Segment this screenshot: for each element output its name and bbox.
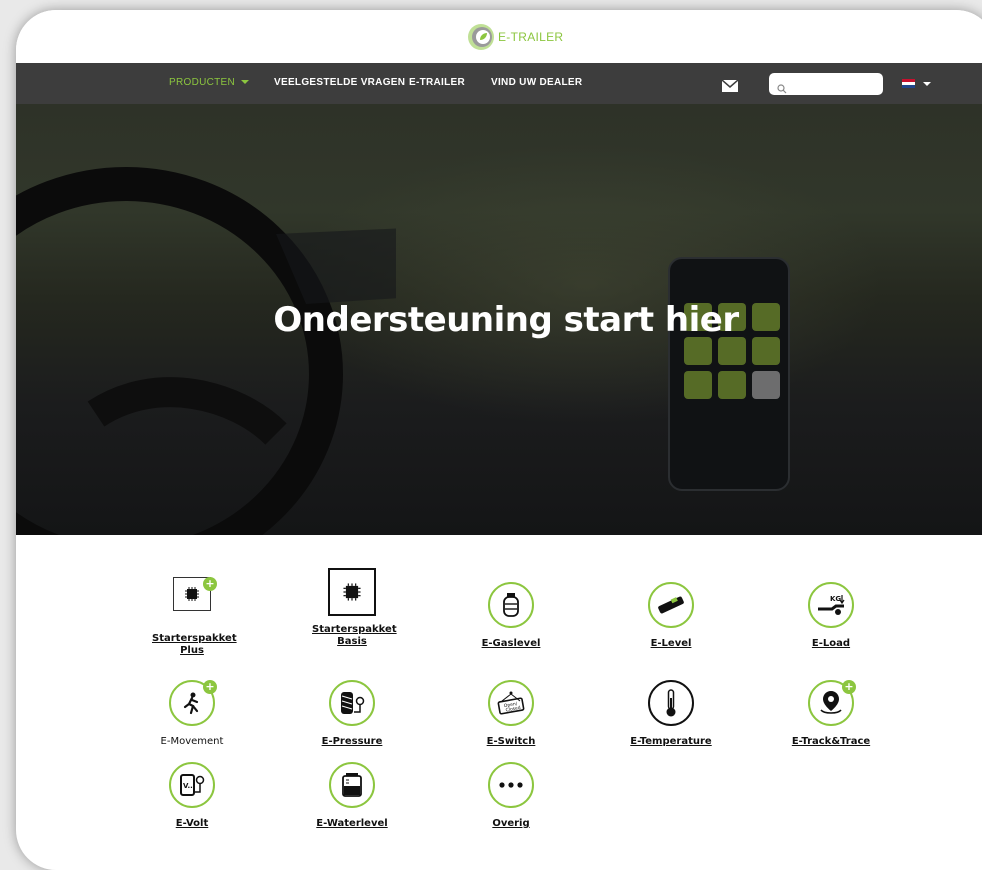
load-kg-icon: KG [808,582,854,628]
plus-badge-icon: + [203,680,217,694]
product-label: E-Load [811,638,851,649]
hero-title: Ondersteuning start hier [273,300,739,340]
product-label: E-Gaslevel [481,638,541,649]
spirit-level-icon [648,582,694,628]
nav-item-producten[interactable]: PRODUCTEN [169,77,250,88]
netherlands-flag-icon [902,79,915,88]
product-label: Starterspakket Basis [312,624,397,647]
gas-bottle-icon [488,582,534,628]
product-label: Overig [492,818,530,829]
product-label: E-Movement [160,736,224,747]
nav-item-faq[interactable]: VEELGESTELDE VRAGEN [274,77,405,88]
chip-icon [328,568,376,616]
product-label: E-Waterlevel [316,818,388,829]
tire-pressure-icon [329,680,375,726]
nav-item-e-trailer[interactable]: E-TRAILER [409,77,465,88]
product-e-pressure[interactable]: E-Pressure [287,678,417,748]
chevron-down-icon [241,80,250,85]
water-tank-icon [329,762,375,808]
product-e-gaslevel[interactable]: E-Gaslevel [446,580,576,650]
product-e-temperature[interactable]: E-Temperature [606,678,736,748]
search-icon [777,79,787,94]
product-e-movement[interactable]: + E-Movement [127,678,257,748]
product-e-waterlevel[interactable]: E-Waterlevel [287,760,417,830]
nav-item-dealer[interactable]: VIND UW DEALER [491,77,582,88]
chevron-down-icon [923,81,931,86]
nav-item-label: PRODUCTEN [169,77,236,88]
logo-text: E-TRAILER [498,30,564,44]
open-closed-sign-icon: Open/Closed [488,680,534,726]
plus-badge-icon: + [842,680,856,694]
product-label: E-Pressure [321,736,383,747]
product-label: E-Level [650,638,692,649]
product-label: E-Temperature [630,736,712,747]
product-e-load[interactable]: KG E-Load [766,580,896,650]
product-starterspakket-basis[interactable]: Starterspakket Basis [287,568,417,648]
hero-banner: Ondersteuning start hier [16,104,982,535]
product-label: Starterspakket Plus [152,633,237,656]
logo-mark-icon [466,22,496,52]
site-logo[interactable]: E-TRAILER [466,22,563,52]
product-e-volt[interactable]: V.. E-Volt [127,760,257,830]
product-label: E-Volt [175,818,209,829]
browser-frame: E-TRAILER PRODUCTEN VEELGESTELDE VRAGEN … [16,10,982,870]
more-dots-icon [488,762,534,808]
header: E-TRAILER [16,10,982,63]
thermometer-icon [648,680,694,726]
product-overig[interactable]: Overig [446,760,576,830]
product-label: E-Switch [486,736,536,747]
language-selector[interactable] [902,79,931,88]
battery-volt-icon: V.. [169,762,215,808]
svg-text:V..: V.. [183,782,193,790]
product-starterspakket-plus[interactable]: + Starterspakket Plus [127,571,257,657]
plus-badge-icon: + [203,577,217,591]
main-navigation: PRODUCTEN VEELGESTELDE VRAGEN E-TRAILER … [16,63,982,104]
product-e-track-trace[interactable]: + E-Track&Trace [766,678,896,748]
svg-text:KG: KG [830,595,841,603]
product-e-switch[interactable]: Open/Closed E-Switch [446,678,576,748]
product-label: E-Track&Trace [791,736,871,747]
envelope-icon[interactable] [721,77,739,92]
product-e-level[interactable]: E-Level [606,580,736,650]
phone-image [668,257,790,491]
